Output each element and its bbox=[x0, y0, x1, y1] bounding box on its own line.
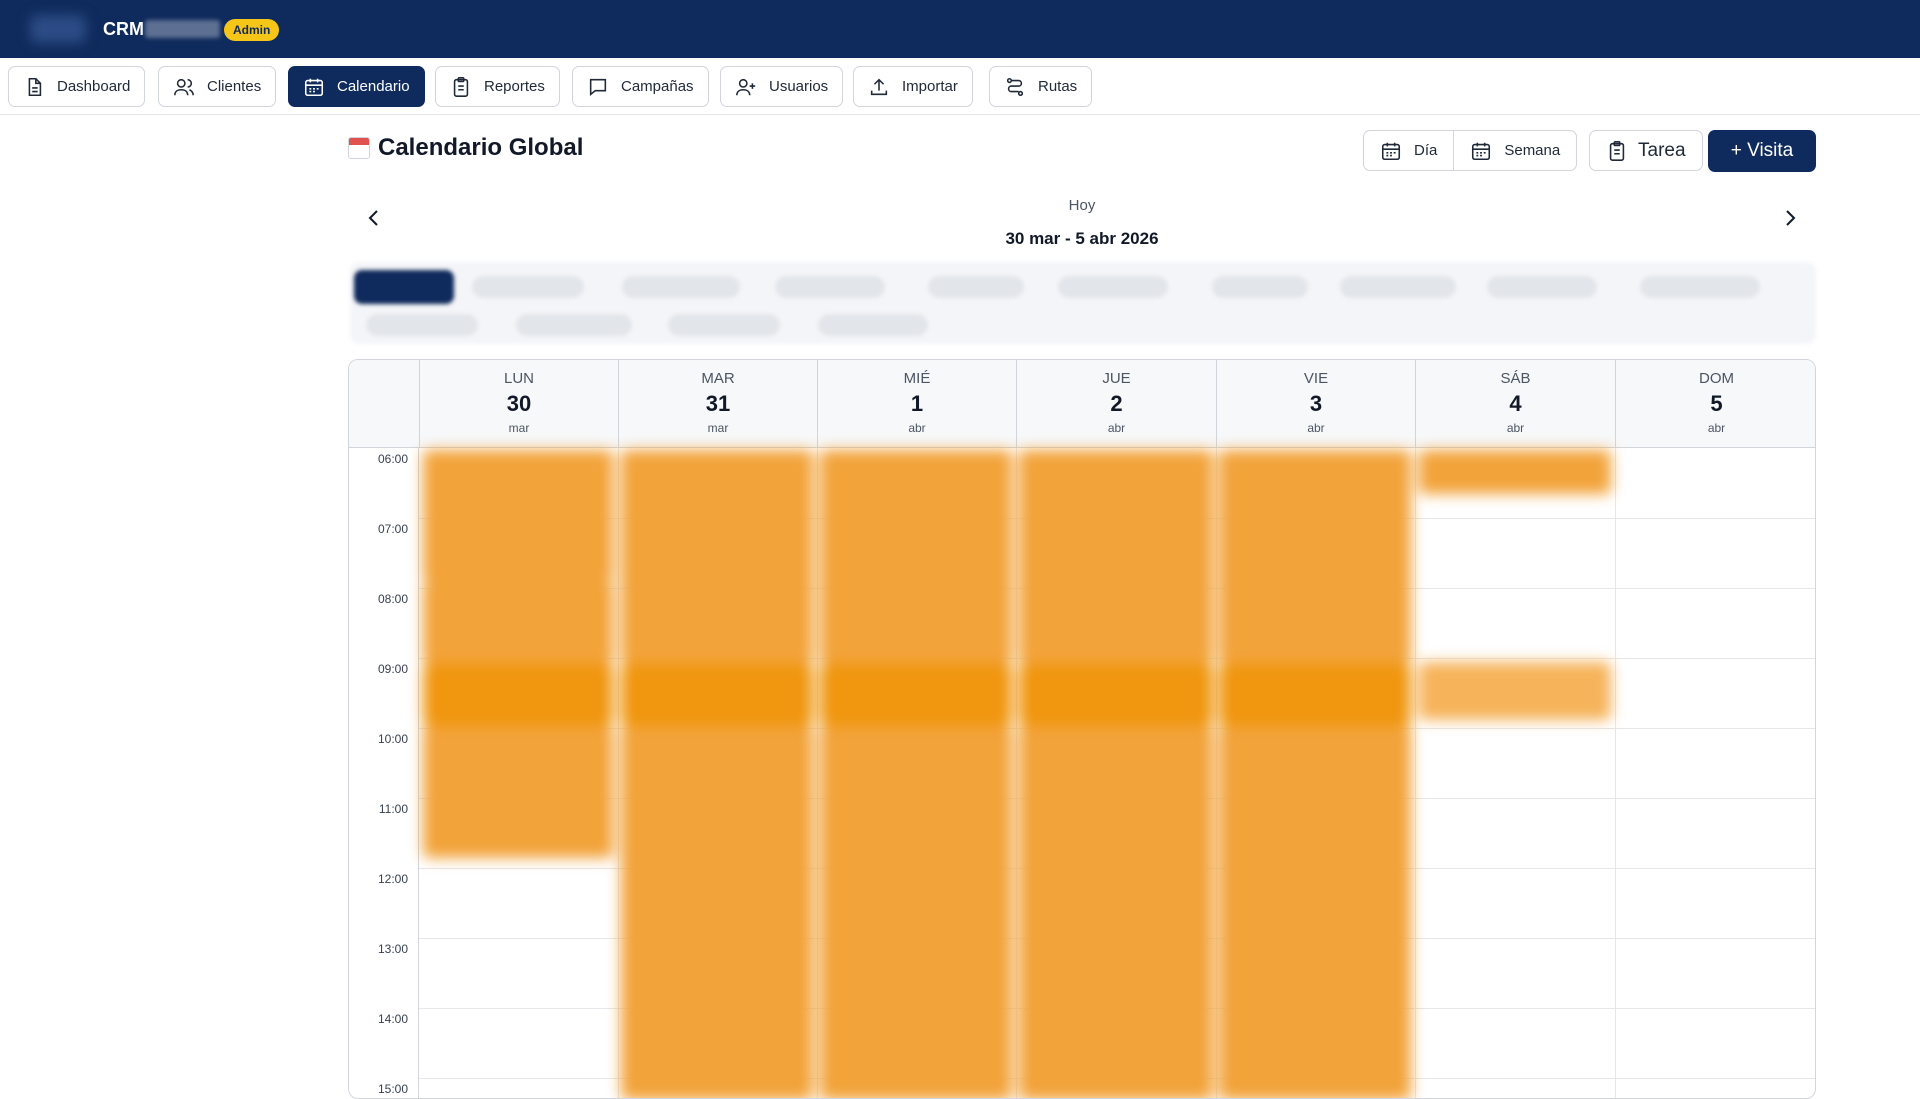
view-switcher: Día Semana bbox=[1363, 130, 1578, 171]
event-block[interactable] bbox=[423, 582, 613, 664]
event-block[interactable] bbox=[1219, 726, 1411, 1098]
chat-icon bbox=[589, 78, 607, 96]
role-badge: Admin bbox=[224, 19, 280, 41]
main-nav: Dashboard Clientes Calendario Reportes C… bbox=[0, 58, 1920, 115]
calendar-icon bbox=[304, 78, 324, 96]
users-icon bbox=[174, 78, 194, 95]
event-block[interactable] bbox=[820, 664, 1012, 726]
tab-label: Reportes bbox=[484, 78, 545, 95]
event-block[interactable] bbox=[1219, 450, 1411, 664]
add-visit-label: + Visita bbox=[1730, 140, 1794, 161]
filter-chip[interactable] bbox=[354, 270, 454, 304]
tab-label: Dashboard bbox=[57, 78, 131, 95]
event-block[interactable] bbox=[1019, 450, 1213, 664]
page-title: Calendario Global bbox=[348, 134, 583, 162]
event-block[interactable] bbox=[423, 664, 613, 726]
clipboard-icon bbox=[1609, 140, 1625, 161]
user-plus-icon bbox=[736, 78, 756, 95]
add-visit-button[interactable]: + Visita bbox=[1708, 130, 1816, 172]
filter-chip[interactable] bbox=[1340, 276, 1456, 298]
tab-label: Importar bbox=[902, 78, 958, 95]
filter-chip[interactable] bbox=[516, 314, 632, 336]
filter-chip[interactable] bbox=[928, 276, 1024, 298]
week-view-button[interactable]: Semana bbox=[1453, 131, 1576, 170]
calendar-events-redacted bbox=[349, 360, 1815, 1098]
chevron-left-icon[interactable] bbox=[362, 206, 386, 230]
tab-calendario[interactable]: Calendario bbox=[288, 66, 425, 107]
filter-chip[interactable] bbox=[1487, 276, 1597, 298]
app-name: CRM bbox=[103, 19, 144, 39]
tab-rutas[interactable]: Rutas bbox=[989, 66, 1093, 107]
event-block[interactable] bbox=[1019, 726, 1213, 1098]
event-block[interactable] bbox=[1419, 450, 1611, 494]
filter-chip[interactable] bbox=[1058, 276, 1168, 298]
tab-importar[interactable]: Importar bbox=[853, 66, 973, 107]
calendar-icon bbox=[1472, 142, 1491, 160]
page-title-text: Calendario Global bbox=[378, 134, 584, 161]
tab-label: Clientes bbox=[207, 78, 262, 95]
clipboard-icon bbox=[453, 76, 469, 97]
app-logo[interactable] bbox=[30, 15, 86, 43]
tab-campanas[interactable]: Campañas bbox=[572, 66, 709, 107]
tab-dashboard[interactable]: Dashboard bbox=[8, 66, 146, 107]
event-block[interactable] bbox=[820, 450, 1012, 664]
calendar-emoji-icon bbox=[348, 137, 370, 159]
tab-label: Campañas bbox=[621, 78, 694, 95]
top-header: CRM Admin bbox=[0, 0, 1920, 58]
filter-chip[interactable] bbox=[775, 276, 885, 298]
upload-icon bbox=[870, 78, 888, 95]
chevron-right-icon[interactable] bbox=[1778, 206, 1802, 230]
tab-label: Rutas bbox=[1038, 78, 1078, 95]
tab-reportes[interactable]: Reportes bbox=[435, 66, 560, 107]
week-calendar: LUN 30 mar MAR 31 mar MIÉ 1 abr JUE 2 ab… bbox=[348, 359, 1816, 1099]
add-task-button[interactable]: Tarea bbox=[1589, 130, 1703, 171]
tab-usuarios[interactable]: Usuarios bbox=[720, 66, 844, 107]
date-range: 30 mar - 5 abr 2026 bbox=[1005, 229, 1159, 248]
event-block[interactable] bbox=[423, 726, 613, 858]
today-button[interactable]: Hoy bbox=[1062, 197, 1102, 214]
filter-chip[interactable] bbox=[1640, 276, 1760, 298]
filter-chip[interactable] bbox=[668, 314, 780, 336]
filter-chip[interactable] bbox=[1212, 276, 1308, 298]
event-block[interactable] bbox=[1219, 664, 1411, 726]
event-block[interactable] bbox=[1419, 662, 1611, 720]
user-filter-chips-redacted[interactable] bbox=[350, 262, 1816, 344]
filter-chip[interactable] bbox=[366, 314, 478, 336]
event-block[interactable] bbox=[820, 726, 1012, 1098]
day-view-button[interactable]: Día bbox=[1364, 131, 1453, 170]
route-icon bbox=[1006, 77, 1024, 96]
add-task-label: Tarea bbox=[1638, 139, 1686, 161]
event-block[interactable] bbox=[1019, 664, 1213, 726]
tab-label: Usuarios bbox=[769, 78, 829, 95]
event-block[interactable] bbox=[423, 450, 613, 582]
event-block[interactable] bbox=[621, 726, 813, 1098]
filter-chip[interactable] bbox=[622, 276, 740, 298]
filter-chip[interactable] bbox=[818, 314, 928, 336]
tab-label: Calendario bbox=[337, 78, 410, 95]
event-block[interactable] bbox=[621, 664, 813, 726]
tab-clientes[interactable]: Clientes bbox=[158, 66, 277, 107]
document-icon bbox=[28, 77, 42, 96]
company-name-redacted bbox=[145, 20, 220, 38]
day-view-label: Día bbox=[1414, 142, 1438, 159]
filter-chip[interactable] bbox=[472, 276, 584, 298]
event-block[interactable] bbox=[621, 450, 813, 664]
calendar-icon bbox=[1381, 142, 1401, 160]
week-view-label: Semana bbox=[1504, 142, 1561, 159]
